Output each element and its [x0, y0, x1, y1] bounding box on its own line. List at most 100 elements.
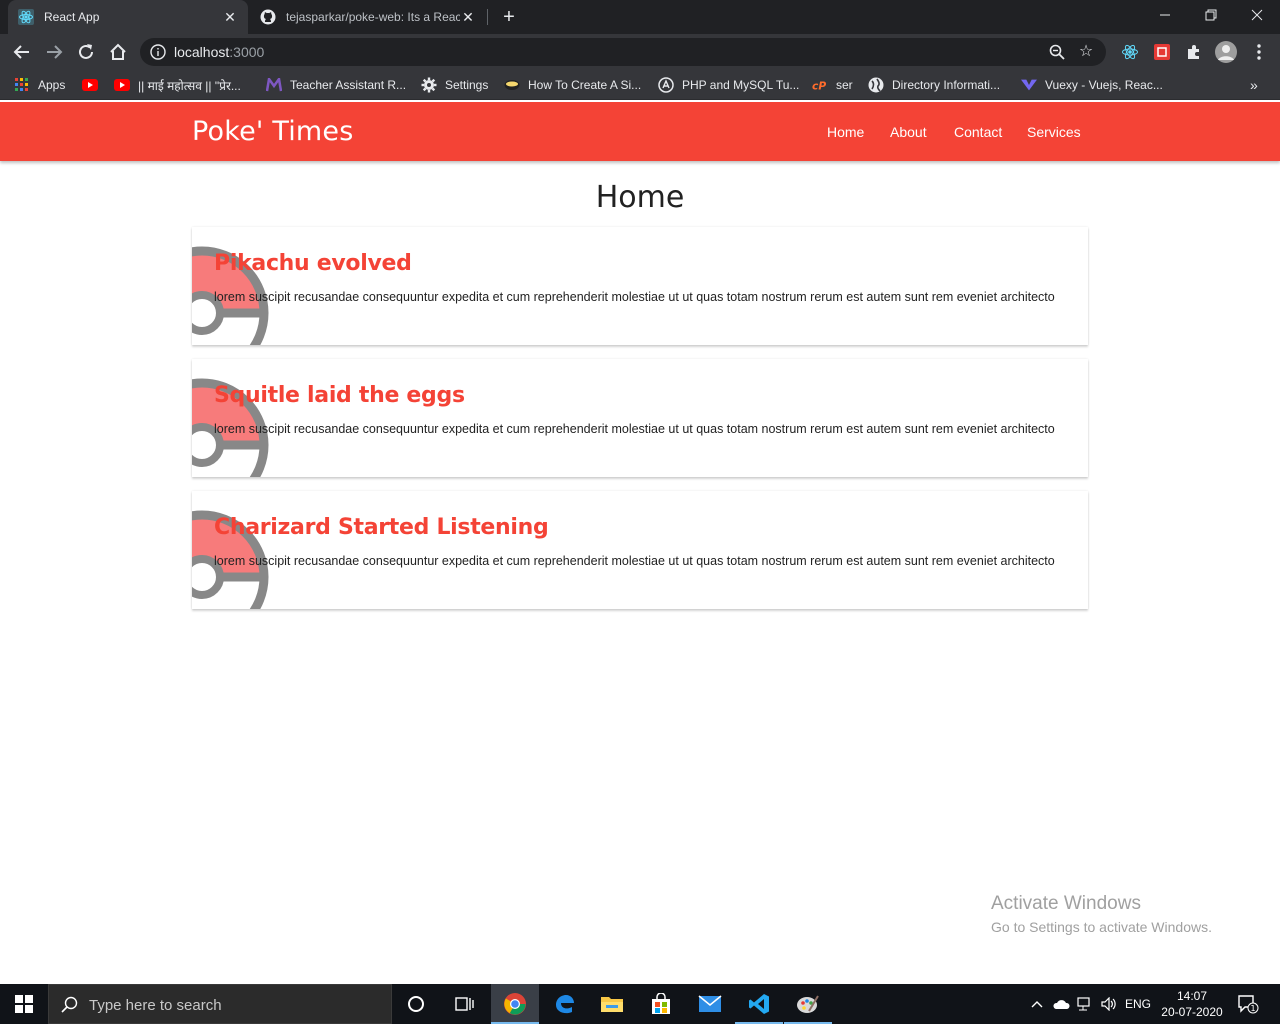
bookmarks-overflow-icon[interactable]: » [1250, 75, 1258, 95]
bookmark-how-to-create[interactable]: How To Create A Si... [504, 75, 641, 95]
tab-separator [487, 9, 488, 25]
taskbar-paint[interactable] [784, 984, 832, 1024]
taskbar-file-explorer[interactable] [588, 984, 636, 1024]
post-card[interactable]: Charizard Started Listening lorem suscip… [192, 491, 1088, 609]
windows-taskbar: Type here to search ENG 14:07 20-07-2020… [0, 984, 1280, 1024]
task-view-icon [455, 997, 474, 1011]
bookmark-vuexy[interactable]: Vuexy - Vuejs, Reac... [1021, 75, 1163, 95]
cortana-circle-icon [408, 996, 424, 1012]
url-port: :3000 [229, 44, 265, 60]
folder-icon [601, 997, 623, 1012]
site-info-icon[interactable] [150, 44, 166, 60]
bookmark-youtube[interactable] [82, 75, 106, 95]
taskbar-edge[interactable] [540, 984, 588, 1024]
home-button[interactable] [104, 38, 132, 66]
cpanel-icon: cP [812, 77, 828, 93]
activate-windows-title: Activate Windows [991, 893, 1141, 914]
reload-button[interactable] [72, 38, 100, 66]
task-view-button[interactable] [440, 984, 488, 1024]
activate-windows-subtitle: Go to Settings to activate Windows. [991, 919, 1212, 935]
post-title[interactable]: Squitle laid the eggs [214, 383, 465, 408]
bookmark-php-mysql[interactable]: PHP and MySQL Tu... [658, 75, 799, 95]
volume-icon[interactable] [1098, 984, 1120, 1024]
paint-palette-icon [797, 995, 819, 1013]
bookmarks-bar: Apps || माई महोत्सव || "प्रेर... Teacher… [0, 70, 1280, 100]
search-placeholder: Type here to search [89, 997, 222, 1014]
post-card[interactable]: Pikachu evolved lorem suscipit recusanda… [192, 227, 1088, 345]
taskbar-vscode[interactable] [735, 984, 783, 1024]
forward-button[interactable] [40, 38, 68, 66]
action-center-button[interactable]: 1 [1234, 984, 1262, 1024]
search-icon [61, 996, 79, 1014]
nav-home-link[interactable]: Home [827, 124, 864, 140]
close-window-button[interactable] [1234, 0, 1280, 30]
profile-avatar-icon[interactable] [1215, 41, 1237, 63]
bookmark-label: Apps [38, 78, 66, 92]
mail-icon [698, 995, 722, 1012]
taskbar-store[interactable] [637, 984, 685, 1024]
tab-strip: React App ✕ tejasparkar/poke-web: Its a … [0, 0, 1280, 34]
post-body: lorem suscipit recusandae consequuntur e… [214, 422, 1055, 436]
youtube-icon [82, 77, 98, 93]
browser-toolbar: localhost:3000 ☆ [0, 34, 1280, 70]
network-icon[interactable] [1074, 984, 1096, 1024]
start-button[interactable] [0, 984, 48, 1024]
taskbar-mail[interactable] [686, 984, 734, 1024]
nav-about-link[interactable]: About [890, 124, 927, 140]
cortana-button[interactable] [392, 984, 440, 1024]
url-host: localhost [174, 44, 230, 60]
zoom-icon[interactable] [1048, 43, 1066, 61]
tray-overflow-icon[interactable] [1028, 984, 1046, 1024]
bookmark-label: PHP and MySQL Tu... [682, 78, 800, 92]
post-title[interactable]: Pikachu evolved [214, 251, 412, 276]
post-card[interactable]: Squitle laid the eggs lorem suscipit rec… [192, 359, 1088, 477]
restore-button[interactable] [1188, 0, 1234, 30]
red-extension-icon[interactable] [1151, 41, 1173, 63]
edge-icon [556, 995, 574, 1014]
taskbar-clock[interactable]: 14:07 20-07-2020 [1158, 988, 1226, 1020]
bookmark-star-icon[interactable]: ☆ [1076, 42, 1096, 62]
notification-count: 1 [1250, 1004, 1255, 1013]
address-bar[interactable]: localhost:3000 ☆ [140, 38, 1106, 66]
bookmark-apps[interactable]: Apps [14, 75, 65, 95]
url-text: localhost:3000 [174, 44, 264, 60]
bookmark-settings[interactable]: Settings [421, 75, 488, 95]
site-icon [658, 77, 674, 93]
new-tab-button[interactable]: + [498, 6, 520, 28]
vscode-icon [749, 994, 769, 1014]
bookmark-directory[interactable]: Directory Informati... [868, 75, 1000, 95]
bookmark-teacher-assistant[interactable]: Teacher Assistant R... [266, 75, 406, 95]
tab-close-icon[interactable]: ✕ [460, 9, 476, 25]
tab-title: React App [44, 10, 100, 24]
react-devtools-extension-icon[interactable] [1119, 41, 1141, 63]
tab-github[interactable]: tejasparkar/poke-web: Its a React ✕ [250, 0, 486, 34]
language-indicator[interactable]: ENG [1122, 984, 1154, 1024]
page-viewport: Poke' Times Home About Contact Services … [0, 102, 1280, 982]
post-body: lorem suscipit recusandae consequuntur e… [214, 554, 1055, 568]
nav-services-link[interactable]: Services [1027, 124, 1081, 140]
bookmark-label: ser [836, 78, 853, 92]
gear-icon [421, 77, 437, 93]
brand-logo[interactable]: Poke' Times [192, 116, 353, 147]
nav-contact-link[interactable]: Contact [954, 124, 1002, 140]
chrome-icon [504, 993, 526, 1015]
onedrive-cloud-icon[interactable] [1050, 984, 1072, 1024]
taskbar-chrome[interactable] [491, 984, 539, 1024]
extensions-puzzle-icon[interactable] [1183, 41, 1205, 63]
app-navbar: Poke' Times Home About Contact Services [0, 102, 1280, 161]
site-icon [504, 77, 520, 93]
back-button[interactable] [8, 38, 36, 66]
tab-close-icon[interactable]: ✕ [222, 9, 238, 25]
tab-react-app[interactable]: React App ✕ [8, 0, 248, 34]
bookmark-ser[interactable]: cP ser [812, 75, 853, 95]
post-title[interactable]: Charizard Started Listening [214, 515, 549, 540]
post-body: lorem suscipit recusandae consequuntur e… [214, 290, 1055, 304]
m-logo-icon [266, 77, 282, 93]
windows-logo-icon [15, 995, 33, 1013]
minimize-button[interactable] [1142, 0, 1188, 30]
bookmark-label: Settings [445, 78, 489, 92]
chrome-menu-icon[interactable] [1248, 41, 1270, 63]
taskbar-search-box[interactable]: Type here to search [48, 984, 392, 1024]
svg-text:cP: cP [812, 79, 826, 92]
bookmark-mai-mahotsav[interactable]: || माई महोत्सव || "प्रेर... [114, 75, 241, 95]
